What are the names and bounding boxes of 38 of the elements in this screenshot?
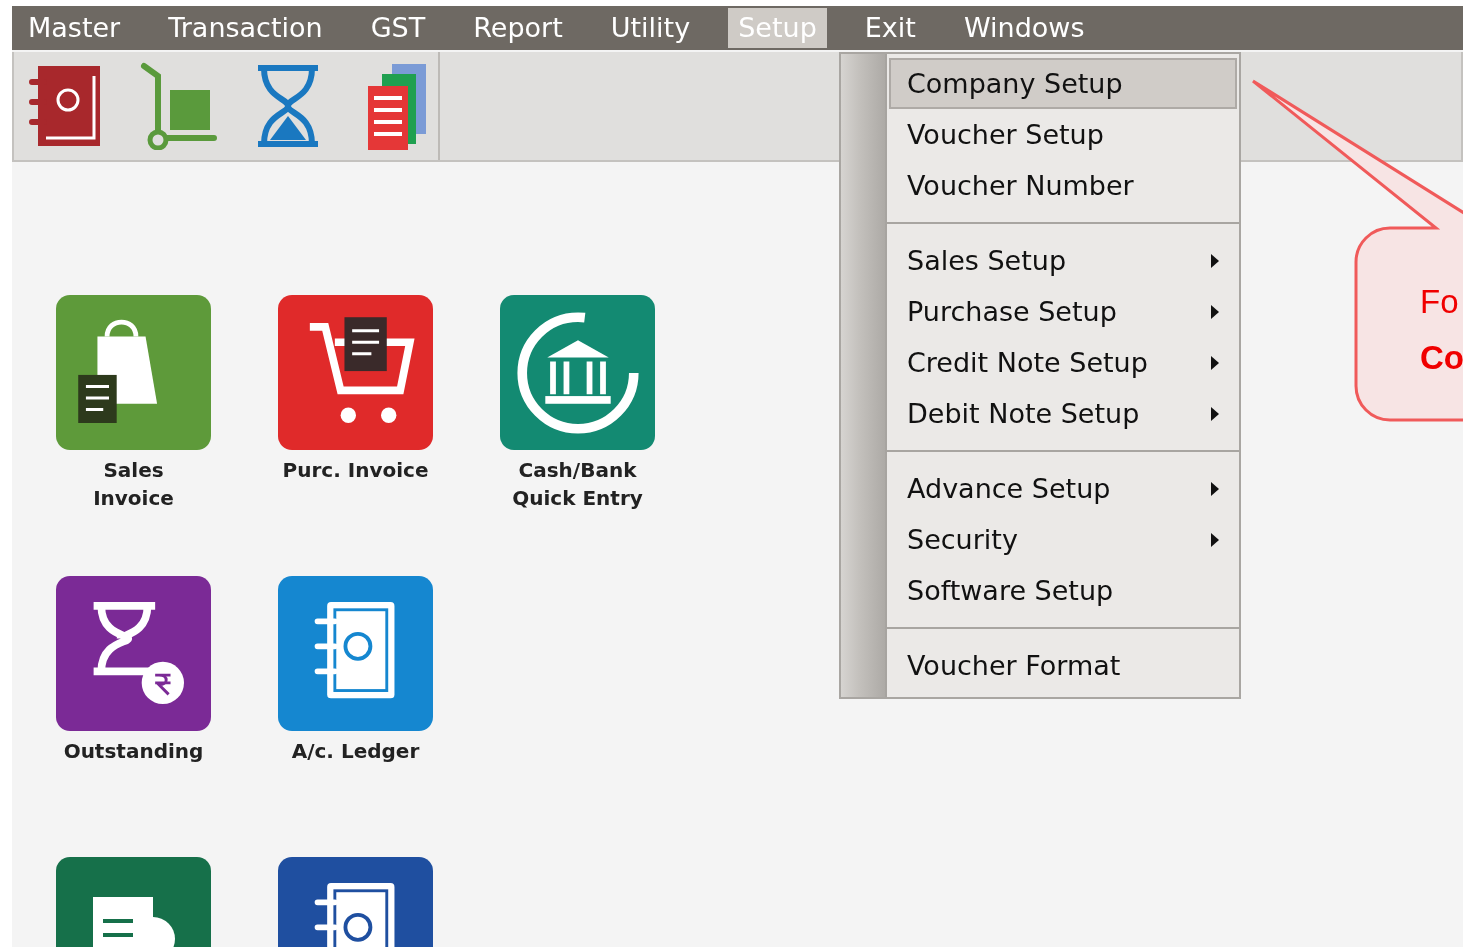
menu-item[interactable]: Windows bbox=[953, 8, 1095, 48]
dropdown-item[interactable]: Voucher Format bbox=[889, 640, 1237, 691]
shortcut-label: A/c. Ledger bbox=[291, 738, 420, 765]
menu-item[interactable]: Exit bbox=[854, 8, 926, 48]
dropdown-item[interactable]: Software Setup bbox=[889, 565, 1237, 616]
submenu-arrow-icon bbox=[1209, 530, 1221, 549]
dropdown-item[interactable]: Purchase Setup bbox=[889, 286, 1237, 337]
submenu-arrow-icon bbox=[1209, 251, 1221, 270]
shortcut-label: Purc. Invoice bbox=[282, 457, 429, 484]
shortcut-label: Cash/Bank Quick Entry bbox=[512, 457, 643, 512]
dropdown-item[interactable]: Security bbox=[889, 514, 1237, 565]
menu-item[interactable]: Master bbox=[18, 8, 131, 48]
dropdown-item[interactable]: Sales Setup bbox=[889, 235, 1237, 286]
dropdown-item[interactable]: Credit Note Setup bbox=[889, 337, 1237, 388]
shortcut-tile[interactable] bbox=[56, 295, 211, 450]
shortcut-tile[interactable] bbox=[500, 295, 655, 450]
dropdown-item[interactable]: Voucher Setup bbox=[889, 109, 1237, 160]
dropdown-item[interactable]: Voucher Number bbox=[889, 160, 1237, 211]
shortcut-label: Sales Invoice bbox=[93, 457, 174, 512]
shortcut-tile[interactable] bbox=[278, 295, 433, 450]
callout-text: Co bbox=[1420, 338, 1463, 378]
trolley-icon bbox=[138, 62, 218, 150]
submenu-arrow-icon bbox=[1209, 479, 1221, 498]
shortcut-label: Outstanding bbox=[63, 738, 204, 765]
shortcut-tile[interactable] bbox=[278, 576, 433, 731]
dropdown-item[interactable]: Advance Setup bbox=[889, 463, 1237, 514]
menu-item[interactable]: GST bbox=[360, 8, 436, 48]
menu-item[interactable]: Report bbox=[463, 8, 573, 48]
submenu-arrow-icon bbox=[1209, 353, 1221, 372]
menu-item[interactable]: Utility bbox=[600, 8, 701, 48]
submenu-arrow-icon bbox=[1209, 302, 1221, 321]
submenu-arrow-icon bbox=[1209, 404, 1221, 423]
callout-text: Fo bbox=[1420, 282, 1460, 322]
trolley-button[interactable] bbox=[138, 62, 218, 150]
dropdown-item[interactable]: Debit Note Setup bbox=[889, 388, 1237, 439]
menu-item[interactable]: Transaction bbox=[158, 8, 333, 48]
shortcut-tile[interactable] bbox=[56, 576, 211, 731]
dropdown-item[interactable]: Company Setup bbox=[889, 58, 1237, 109]
